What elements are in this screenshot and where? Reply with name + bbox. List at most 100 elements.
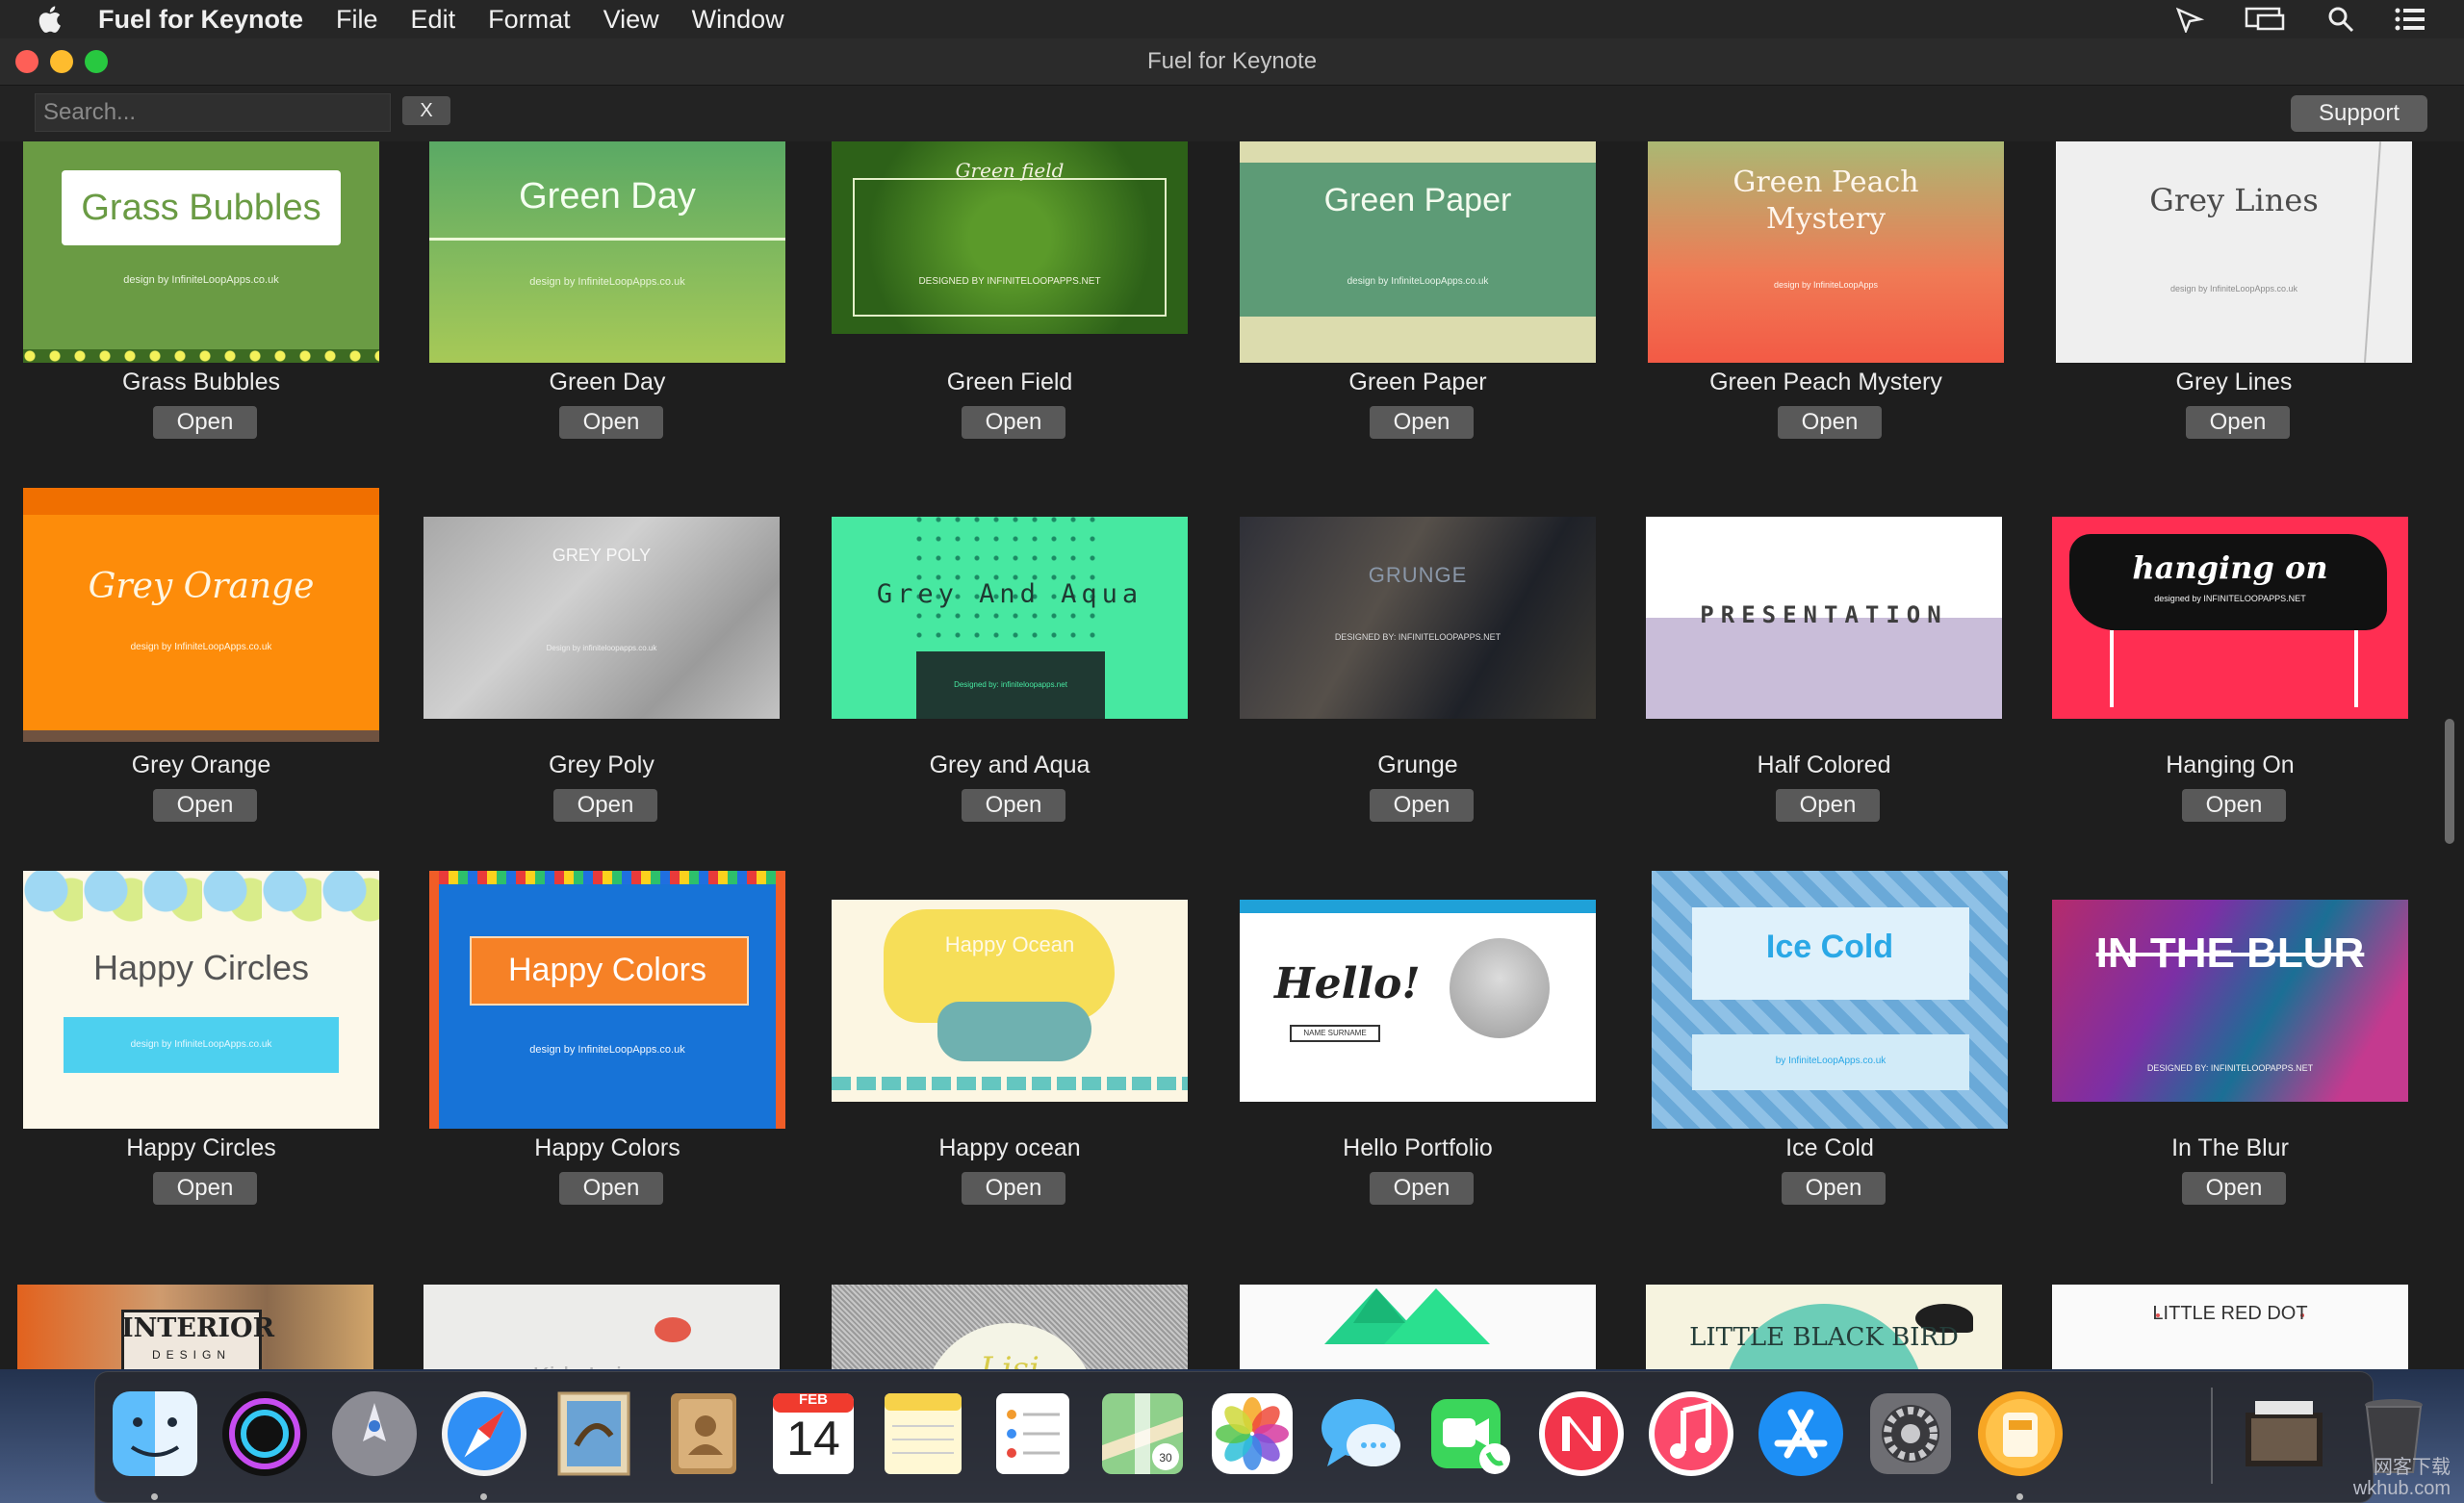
launchpad-icon[interactable] (328, 1388, 421, 1480)
template-card: Grey Lines design by InfiniteLoopApps.co… (2056, 141, 2412, 440)
template-thumbnail[interactable]: Green field DESIGNED BY INFINITELOOPAPPS… (832, 141, 1188, 334)
open-button[interactable]: Open (153, 789, 257, 822)
template-thumbnail[interactable]: LITTLE RED DOT (2052, 1285, 2408, 1369)
template-card: INTERIOR DESIGN (17, 1285, 373, 1369)
thumbnail-title: IN THE BLUR (2095, 930, 2365, 977)
template-name: Green Day (549, 369, 666, 395)
open-button[interactable]: Open (2182, 789, 2286, 822)
template-thumbnail[interactable]: IN THE BLUR DESIGNED BY: INFINITELOOPAPP… (2052, 900, 2408, 1102)
template-card: LITTLE RED DOT (2052, 1285, 2408, 1369)
template-thumbnail[interactable]: Ice Cold by InfiniteLoopApps.co.uk (1652, 871, 2008, 1129)
template-thumbnail[interactable]: INTERIOR DESIGN (17, 1285, 373, 1369)
display-mirroring-icon[interactable] (2245, 6, 2287, 33)
menu-format[interactable]: Format (488, 5, 571, 35)
system-preferences-icon[interactable] (1864, 1388, 1957, 1480)
template-thumbnail[interactable]: Green Day design by InfiniteLoopApps.co.… (429, 141, 785, 363)
music-icon[interactable] (1645, 1388, 1737, 1480)
template-card: Grass Bubbles design by InfiniteLoopApps… (23, 141, 379, 440)
downloads-stack-icon[interactable] (2238, 1388, 2330, 1480)
thumbnail-title: Ice Cold (1765, 929, 1894, 965)
calendar-icon[interactable]: FEB 14 (767, 1388, 860, 1480)
thumbnail-subtitle: NAME SURNAME (1290, 1025, 1380, 1042)
open-button[interactable]: Open (559, 1172, 663, 1205)
app-store-icon[interactable] (1755, 1388, 1847, 1480)
notes-icon[interactable] (877, 1388, 969, 1480)
template-name: Hello Portfolio (1343, 1134, 1493, 1161)
notification-center-icon[interactable] (2395, 6, 2426, 33)
photos-icon[interactable] (1206, 1388, 1298, 1480)
contacts-icon[interactable] (657, 1388, 750, 1480)
open-button[interactable]: Open (2182, 1172, 2286, 1205)
finder-icon[interactable] (109, 1388, 201, 1480)
thumbnail-title: Green Day (519, 176, 696, 217)
template-card: Ice Cold by InfiniteLoopApps.co.uk Ice C… (1652, 871, 2008, 1208)
thumbnail-subtitle: designed by INFINITELOOPAPPS.NET (2154, 594, 2306, 603)
siri-icon[interactable] (218, 1388, 311, 1480)
support-button[interactable]: Support (2291, 95, 2427, 132)
spotlight-search-icon[interactable] (2327, 6, 2354, 33)
mail-icon[interactable] (548, 1388, 640, 1480)
open-button[interactable]: Open (153, 406, 257, 439)
menu-window[interactable]: Window (692, 5, 784, 35)
app-menu[interactable]: Fuel for Keynote (98, 5, 303, 35)
cursor-share-icon[interactable] (2175, 6, 2204, 33)
open-button[interactable]: Open (962, 1172, 1065, 1205)
fuel-for-keynote-icon[interactable] (1974, 1388, 2066, 1480)
open-button[interactable]: Open (2186, 406, 2290, 439)
open-button[interactable]: Open (1782, 1172, 1886, 1205)
facetime-icon[interactable] (1425, 1388, 1518, 1480)
thumbnail-frame (853, 178, 1167, 317)
template-thumbnail[interactable]: Happy Ocean (832, 900, 1188, 1102)
thumbnail-decoration (832, 1077, 1188, 1090)
open-button[interactable]: Open (1370, 789, 1474, 822)
template-thumbnail[interactable]: PRESENTATION (1646, 517, 2002, 719)
reminders-icon[interactable] (987, 1388, 1079, 1480)
template-thumbnail[interactable]: Happy Circles design by InfiniteLoopApps… (23, 871, 379, 1129)
template-card: IN THE BLUR DESIGNED BY: INFINITELOOPAPP… (2052, 871, 2408, 1208)
template-thumbnail[interactable]: Grey Lines design by InfiniteLoopApps.co… (2056, 141, 2412, 363)
thumbnail-subtitle: DESIGNED BY: INFINITELOOPAPPS.NET (1334, 632, 1502, 642)
template-thumbnail[interactable]: LITTLE BLACK BIRD (1646, 1285, 2002, 1369)
open-button[interactable]: Open (553, 789, 657, 822)
template-thumbnail[interactable]: Green Peach Mystery design by InfiniteLo… (1648, 141, 2004, 363)
menu-edit[interactable]: Edit (411, 5, 456, 35)
menu-view[interactable]: View (603, 5, 659, 35)
thumbnail-title: PRESENTATION (1700, 601, 1948, 628)
search-input[interactable] (35, 93, 391, 132)
window-title: Fuel for Keynote (1146, 48, 1318, 74)
template-thumbnail[interactable]: Green Paper design by InfiniteLoopApps.c… (1240, 141, 1596, 363)
apple-logo-icon[interactable] (35, 3, 67, 36)
open-button[interactable]: Open (559, 406, 663, 439)
open-button[interactable]: Open (962, 789, 1065, 822)
template-thumbnail[interactable]: hanging on designed by INFINITELOOPAPPS.… (2052, 517, 2408, 719)
template-thumbnail[interactable]: Grass Bubbles design by InfiniteLoopApps… (23, 141, 379, 363)
open-button[interactable]: Open (1370, 1172, 1474, 1205)
template-thumbnail[interactable]: Hello! NAME SURNAME (1240, 900, 1596, 1102)
open-button[interactable]: Open (153, 1172, 257, 1205)
template-thumbnail[interactable]: Happy Colors design by InfiniteLoopApps.… (429, 871, 785, 1129)
template-name: Happy Circles (126, 1134, 276, 1161)
news-icon[interactable] (1535, 1388, 1628, 1480)
template-thumbnail[interactable]: GRUNGE DESIGNED BY: INFINITELOOPAPPS.NET (1240, 517, 1596, 719)
open-button[interactable]: Open (1776, 789, 1880, 822)
messages-icon[interactable] (1316, 1388, 1408, 1480)
template-thumbnail[interactable]: Grey Orange design by InfiniteLoopApps.c… (23, 488, 379, 742)
thumbnail-subtitle: DESIGNED BY: INFINITELOOPAPPS.NET (2146, 1063, 2314, 1073)
template-thumbnail[interactable]: GREY POLY Design by infiniteloopapps.co.… (424, 517, 780, 719)
template-thumbnail[interactable]: Kids Leisure (424, 1285, 780, 1369)
open-button[interactable]: Open (1370, 406, 1474, 439)
thumbnail-subtitle: design by InfiniteLoopApps.co.uk (529, 276, 685, 288)
template-thumbnail[interactable]: Grey And Aqua Designed by: infiniteloopa… (832, 517, 1188, 719)
clear-search-button[interactable]: X (402, 96, 450, 125)
maps-icon[interactable]: 30 (1096, 1388, 1189, 1480)
template-thumbnail[interactable] (1240, 1285, 1596, 1369)
vertical-scrollbar[interactable] (2445, 719, 2454, 844)
menu-file[interactable]: File (336, 5, 378, 35)
toolbar: X Support (0, 86, 2464, 141)
template-thumbnail[interactable]: Lisi (832, 1285, 1188, 1369)
safari-icon[interactable] (438, 1388, 530, 1480)
template-name: Happy Colors (534, 1134, 680, 1161)
open-button[interactable]: Open (1778, 406, 1882, 439)
running-indicator (2016, 1493, 2023, 1500)
open-button[interactable]: Open (962, 406, 1065, 439)
